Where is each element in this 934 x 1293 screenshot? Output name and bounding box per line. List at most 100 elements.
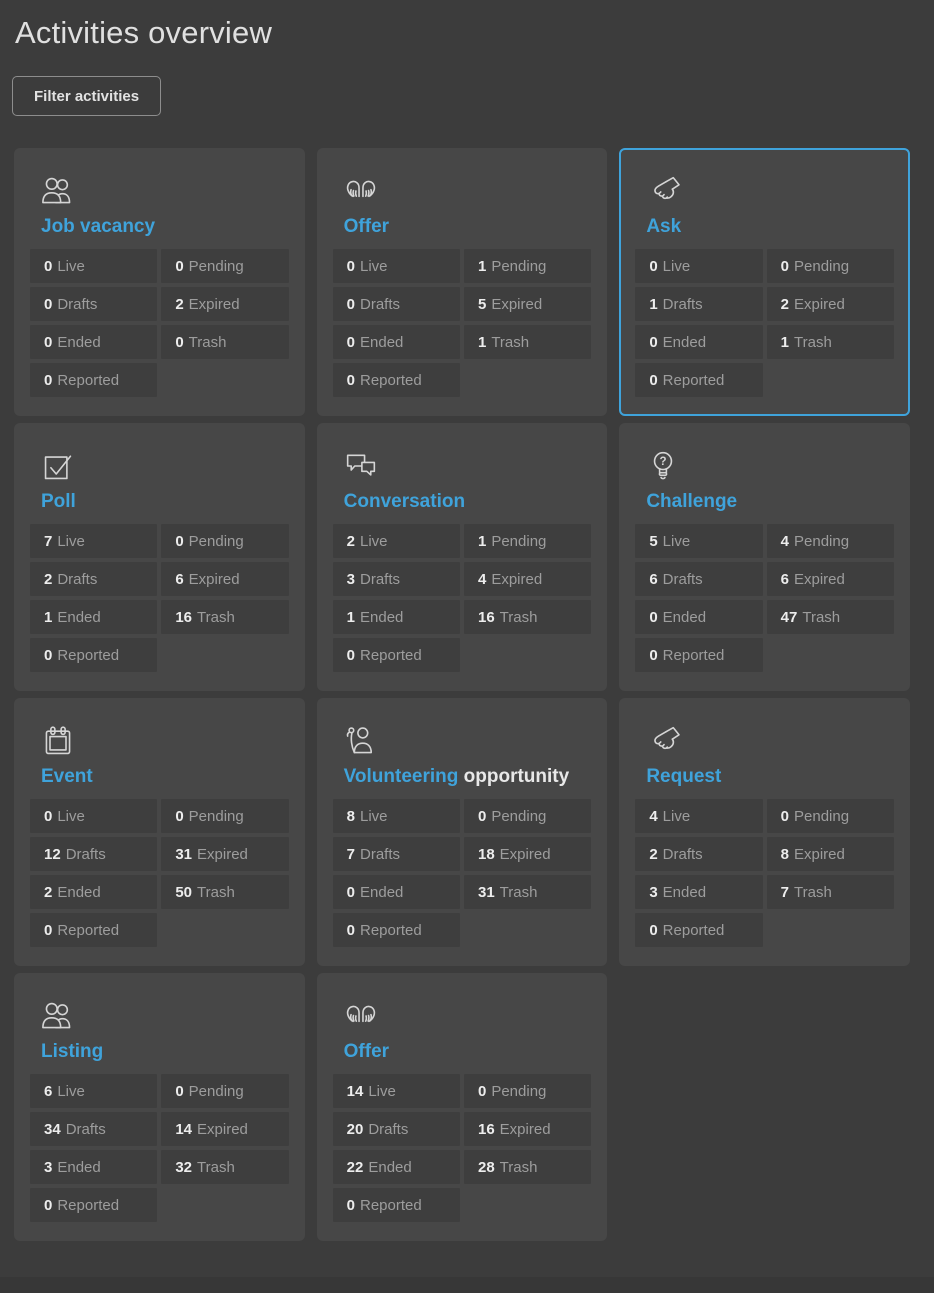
card-title[interactable]: Conversation bbox=[344, 490, 606, 514]
users-icon bbox=[40, 1000, 303, 1032]
svg-text:?: ? bbox=[660, 456, 667, 468]
checkbox-icon bbox=[40, 450, 303, 482]
stat-pending: 0Pending bbox=[767, 249, 894, 283]
card-stats: 4Live0Pending2Drafts8Expired3Ended7Trash… bbox=[635, 799, 894, 947]
card-stats: 14Live0Pending20Drafts16Expired22Ended28… bbox=[333, 1074, 592, 1222]
card-title[interactable]: Ask bbox=[646, 215, 908, 239]
activity-card-offer[interactable]: Offer 0Live1Pending0Drafts5Expired0Ended… bbox=[317, 148, 608, 416]
stat-drafts: 1Drafts bbox=[635, 287, 762, 321]
stat-pending: 0Pending bbox=[767, 799, 894, 833]
stat-reported: 0Reported bbox=[635, 913, 762, 947]
card-title[interactable]: Challenge bbox=[646, 490, 908, 514]
card-title[interactable]: Event bbox=[41, 765, 303, 789]
activity-card-ask[interactable]: Ask 0Live0Pending1Drafts2Expired0Ended1T… bbox=[619, 148, 910, 416]
stat-expired: 5Expired bbox=[464, 287, 591, 321]
stat-live: 0Live bbox=[30, 799, 157, 833]
stat-pending: 0Pending bbox=[161, 524, 288, 558]
stat-reported: 0Reported bbox=[635, 363, 762, 397]
raised-hand-icon bbox=[343, 725, 606, 757]
stat-pending: 0Pending bbox=[161, 249, 288, 283]
stat-trash: 32Trash bbox=[161, 1150, 288, 1184]
card-title[interactable]: Offer bbox=[344, 1040, 606, 1064]
activity-card-offer[interactable]: Offer 14Live0Pending20Drafts16Expired22E… bbox=[317, 973, 608, 1241]
activity-card-poll[interactable]: Poll 7Live0Pending2Drafts6Expired1Ended1… bbox=[14, 423, 305, 691]
stat-ended: 0Ended bbox=[635, 600, 762, 634]
activity-card-request[interactable]: Request 4Live0Pending2Drafts8Expired3End… bbox=[619, 698, 910, 966]
stat-ended: 0Ended bbox=[30, 325, 157, 359]
card-stats: 2Live1Pending3Drafts4Expired1Ended16Tras… bbox=[333, 524, 592, 672]
stat-drafts: 2Drafts bbox=[30, 562, 157, 596]
card-stats: 8Live0Pending7Drafts18Expired0Ended31Tra… bbox=[333, 799, 592, 947]
card-title-text: Volunteering bbox=[344, 766, 459, 787]
speech-bubbles-icon bbox=[343, 450, 606, 482]
stat-expired: 4Expired bbox=[464, 562, 591, 596]
card-title-text: Job vacancy bbox=[41, 216, 155, 237]
hands-icon bbox=[343, 1000, 606, 1032]
stat-reported: 0Reported bbox=[333, 913, 460, 947]
stat-live: 7Live bbox=[30, 524, 157, 558]
stat-pending: 4Pending bbox=[767, 524, 894, 558]
card-title-text: Challenge bbox=[646, 491, 737, 512]
stat-ended: 1Ended bbox=[30, 600, 157, 634]
card-title-text: Listing bbox=[41, 1041, 103, 1062]
activity-card-listing[interactable]: Listing 6Live0Pending34Drafts14Expired3E… bbox=[14, 973, 305, 1241]
card-title[interactable]: Listing bbox=[41, 1040, 303, 1064]
stat-ended: 0Ended bbox=[635, 325, 762, 359]
activity-card-challenge[interactable]: ? Challenge 5Live4Pending6Drafts6Expired… bbox=[619, 423, 910, 691]
stat-ended: 0Ended bbox=[333, 875, 460, 909]
card-stats: 0Live0Pending12Drafts31Expired2Ended50Tr… bbox=[30, 799, 289, 947]
card-title[interactable]: Poll bbox=[41, 490, 303, 514]
card-title-text: Offer bbox=[344, 216, 389, 237]
cards-grid: Job vacancy 0Live0Pending0Drafts2Expired… bbox=[14, 148, 910, 1241]
card-title[interactable]: Offer bbox=[344, 215, 606, 239]
stat-live: 0Live bbox=[635, 249, 762, 283]
stat-drafts: 6Drafts bbox=[635, 562, 762, 596]
stat-pending: 1Pending bbox=[464, 249, 591, 283]
stat-pending: 0Pending bbox=[161, 1074, 288, 1108]
stat-drafts: 34Drafts bbox=[30, 1112, 157, 1146]
stat-drafts: 20Drafts bbox=[333, 1112, 460, 1146]
card-title-text: Ask bbox=[646, 216, 681, 237]
stat-trash: 16Trash bbox=[161, 600, 288, 634]
filter-activities-button[interactable]: Filter activities bbox=[12, 76, 161, 116]
card-title-text: Conversation bbox=[344, 491, 465, 512]
card-title[interactable]: Job vacancy bbox=[41, 215, 303, 239]
card-title[interactable]: Request bbox=[646, 765, 908, 789]
hands-icon bbox=[343, 175, 606, 207]
activity-card-volunteering[interactable]: Volunteering opportunity 8Live0Pending7D… bbox=[317, 698, 608, 966]
stat-live: 14Live bbox=[333, 1074, 460, 1108]
stat-ended: 2Ended bbox=[30, 875, 157, 909]
stat-reported: 0Reported bbox=[635, 638, 762, 672]
card-title[interactable]: Volunteering opportunity bbox=[344, 765, 606, 789]
stat-pending: 1Pending bbox=[464, 524, 591, 558]
card-title-text: Offer bbox=[344, 1041, 389, 1062]
stat-reported: 0Reported bbox=[333, 1188, 460, 1222]
stat-ended: 1Ended bbox=[333, 600, 460, 634]
stat-ended: 3Ended bbox=[30, 1150, 157, 1184]
card-stats: 5Live4Pending6Drafts6Expired0Ended47Tras… bbox=[635, 524, 894, 672]
stat-live: 0Live bbox=[30, 249, 157, 283]
stat-drafts: 3Drafts bbox=[333, 562, 460, 596]
stat-trash: 47Trash bbox=[767, 600, 894, 634]
stat-reported: 0Reported bbox=[30, 1188, 157, 1222]
activity-card-event[interactable]: Event 0Live0Pending12Drafts31Expired2End… bbox=[14, 698, 305, 966]
stat-drafts: 0Drafts bbox=[333, 287, 460, 321]
stat-reported: 0Reported bbox=[333, 363, 460, 397]
handshake-icon bbox=[645, 725, 908, 757]
card-stats: 0Live0Pending0Drafts2Expired0Ended0Trash… bbox=[30, 249, 289, 397]
stat-trash: 16Trash bbox=[464, 600, 591, 634]
stat-trash: 31Trash bbox=[464, 875, 591, 909]
stat-drafts: 0Drafts bbox=[30, 287, 157, 321]
activity-card-job-vacancy[interactable]: Job vacancy 0Live0Pending0Drafts2Expired… bbox=[14, 148, 305, 416]
stat-expired: 8Expired bbox=[767, 837, 894, 871]
stat-live: 8Live bbox=[333, 799, 460, 833]
card-stats: 0Live1Pending0Drafts5Expired0Ended1Trash… bbox=[333, 249, 592, 397]
card-stats: 0Live0Pending1Drafts2Expired0Ended1Trash… bbox=[635, 249, 894, 397]
stat-drafts: 7Drafts bbox=[333, 837, 460, 871]
stat-expired: 14Expired bbox=[161, 1112, 288, 1146]
activity-card-conversation[interactable]: Conversation 2Live1Pending3Drafts4Expire… bbox=[317, 423, 608, 691]
stat-pending: 0Pending bbox=[464, 799, 591, 833]
card-stats: 7Live0Pending2Drafts6Expired1Ended16Tras… bbox=[30, 524, 289, 672]
stat-ended: 22Ended bbox=[333, 1150, 460, 1184]
stat-trash: 1Trash bbox=[464, 325, 591, 359]
